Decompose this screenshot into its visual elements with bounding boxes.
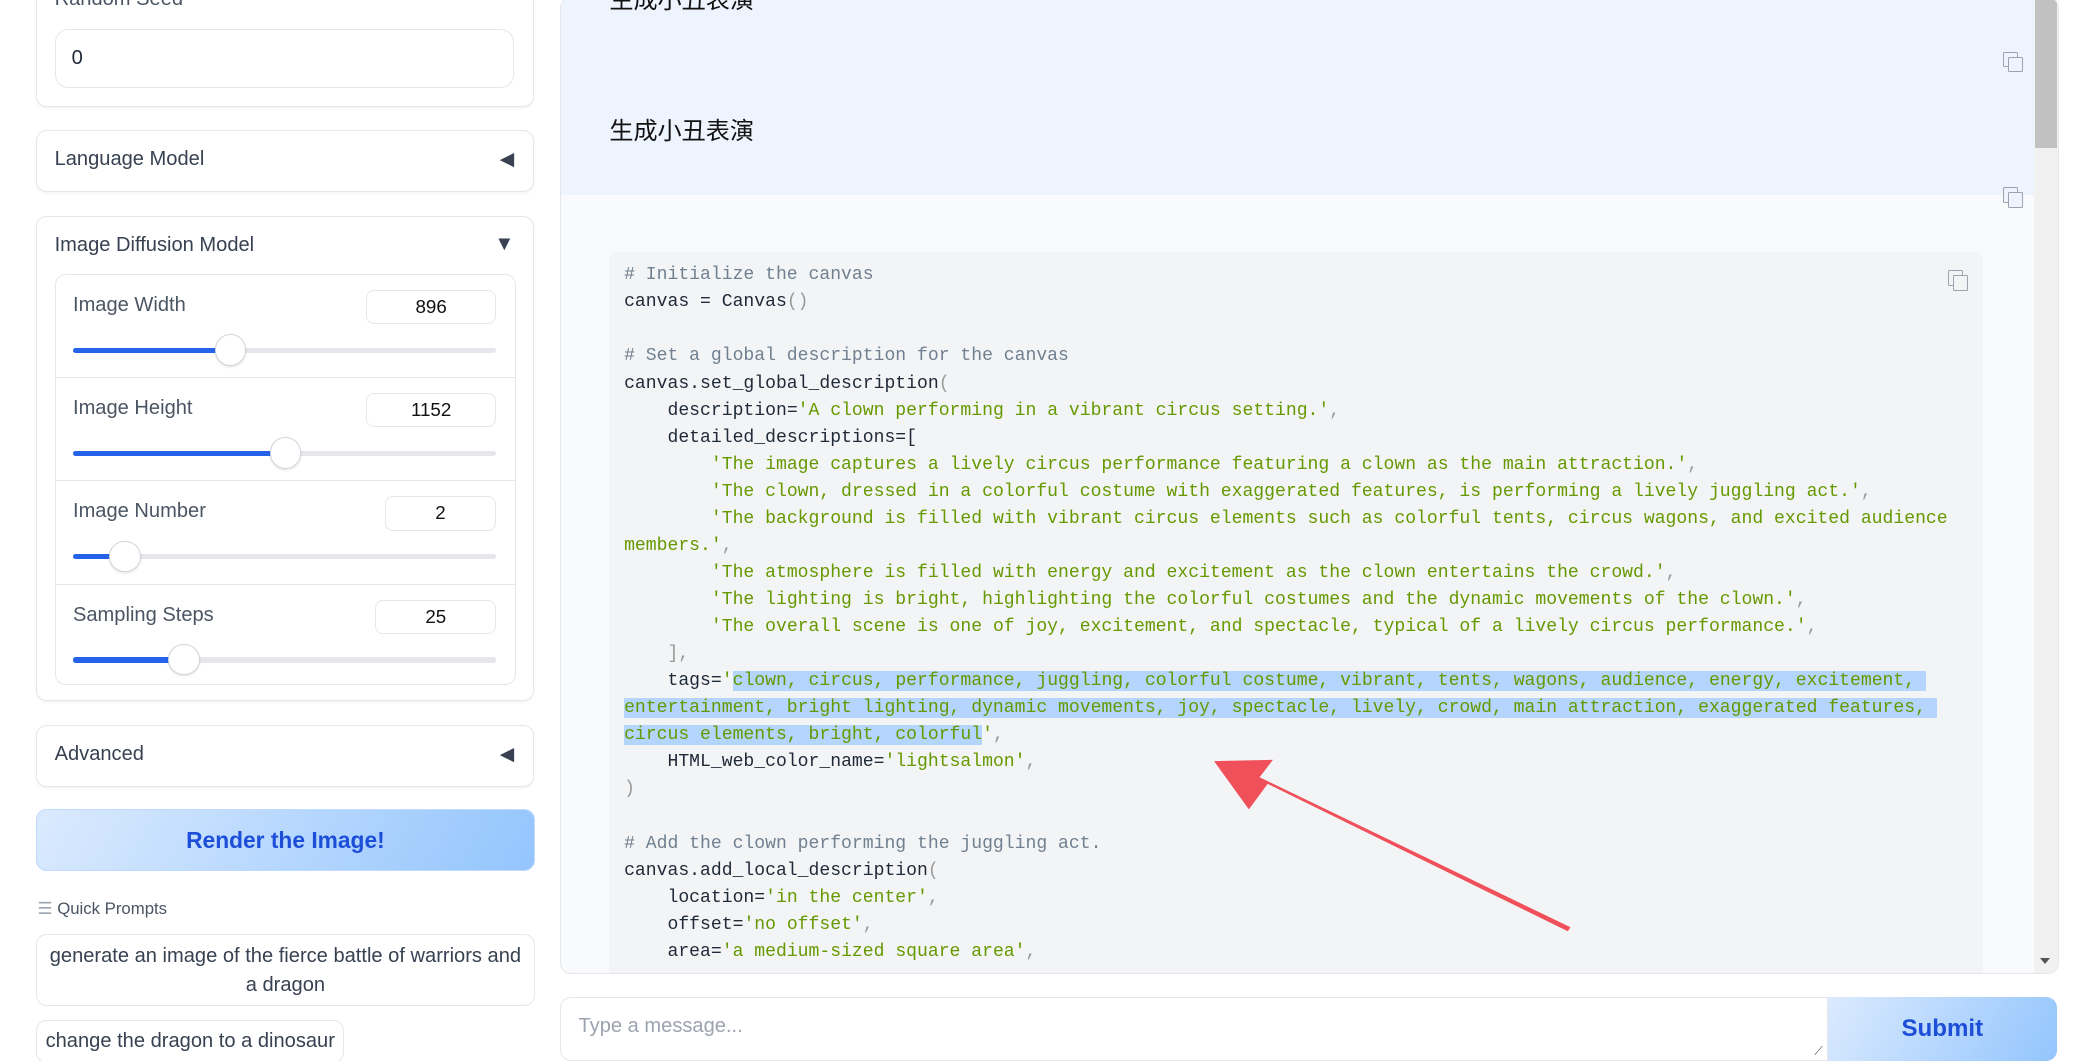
- red-arrow-annotation: [1214, 759, 1571, 932]
- submit-button[interactable]: Submit: [1827, 996, 2057, 1062]
- message-box: ⟋: [560, 996, 1828, 1062]
- resize-handle-icon[interactable]: ⟋: [1814, 1044, 1822, 1059]
- message-input[interactable]: [575, 1014, 1788, 1040]
- app-root: Random Seed 0 Language Model ◀ Image Dif…: [0, 0, 2077, 1062]
- arrow-icon: [1214, 759, 1571, 932]
